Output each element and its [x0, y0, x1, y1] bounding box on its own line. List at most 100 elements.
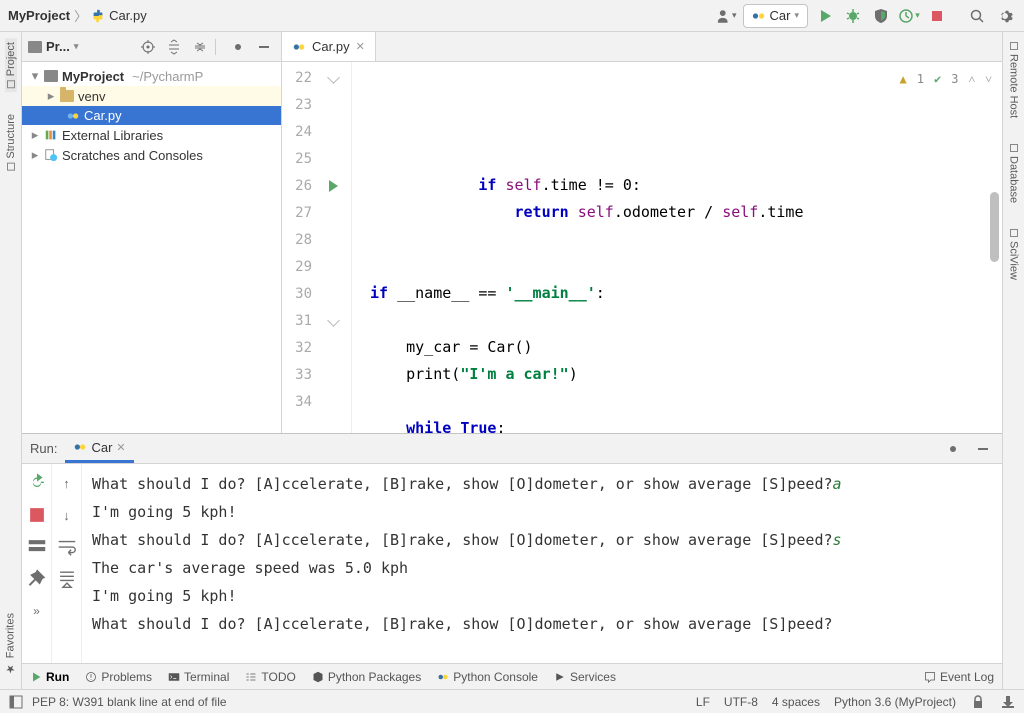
python-icon — [66, 109, 80, 123]
lock-icon[interactable] — [970, 694, 986, 710]
terminal-icon — [168, 671, 180, 683]
tool-python-console[interactable]: Python Console — [437, 670, 538, 684]
status-bar: PEP 8: W391 blank line at end of file LF… — [0, 689, 1024, 713]
tool-terminal[interactable]: Terminal — [168, 670, 229, 684]
user-icon[interactable]: ▾ — [715, 5, 737, 27]
debug-button[interactable] — [842, 5, 864, 27]
run-button[interactable] — [814, 5, 836, 27]
locate-icon[interactable] — [137, 36, 159, 58]
tree-file-car[interactable]: Car.py — [22, 106, 281, 125]
project-panel-header: Pr...▾ — [22, 32, 281, 62]
breadcrumb[interactable]: MyProject 〉 Car.py — [8, 6, 147, 25]
editor-gutter[interactable]: 22232425262728293031323334 — [282, 62, 352, 433]
editor-body[interactable]: 22232425262728293031323334 ▲1 ✔3 ˄ ˅ if … — [282, 62, 1002, 433]
close-tab-icon[interactable]: ✕ — [356, 40, 365, 53]
tool-event-log[interactable]: Event Log — [924, 670, 994, 684]
libraries-icon — [44, 128, 58, 142]
chevron-down-icon[interactable]: ˅ — [985, 66, 992, 93]
tree-ext-libs[interactable]: ▸ External Libraries — [22, 125, 281, 145]
status-indent[interactable]: 4 spaces — [772, 695, 820, 709]
tool-problems[interactable]: Problems — [85, 670, 152, 684]
services-icon — [554, 671, 566, 683]
editor-scrollbar[interactable] — [990, 192, 999, 262]
tool-structure[interactable]: Structure — [5, 110, 17, 175]
project-tree[interactable]: ▾ MyProject ~/PycharmP ▸ venv Car.py ▸ — [22, 62, 281, 169]
expand-all-icon[interactable] — [163, 36, 185, 58]
breadcrumb-sep: 〉 — [74, 6, 87, 25]
python-icon — [292, 40, 306, 54]
project-panel-title[interactable]: Pr...▾ — [28, 39, 78, 54]
run-tool-window: Run: Car ✕ » — [22, 433, 1002, 663]
tool-sciview[interactable]: SciView — [1008, 225, 1020, 284]
inspection-badge[interactable]: ▲1 ✔3 ˄ ˅ — [900, 66, 993, 93]
console-output[interactable]: What should I do? [A]ccelerate, [B]rake,… — [82, 464, 1002, 663]
run-toolbar-secondary: ↑ ↓ — [52, 464, 82, 663]
todo-icon — [245, 671, 257, 683]
tool-python-packages[interactable]: Python Packages — [312, 670, 421, 684]
profile-button[interactable]: ▾ — [898, 5, 920, 27]
tool-favorites[interactable]: ★ Favorites — [4, 609, 17, 679]
left-tool-strip: Project Structure ★ Favorites — [0, 32, 22, 689]
python-icon — [91, 9, 105, 23]
tree-root[interactable]: ▾ MyProject ~/PycharmP — [22, 66, 281, 86]
tool-project[interactable]: Project — [5, 38, 17, 92]
close-icon[interactable]: ✕ — [116, 441, 125, 454]
panel-settings-icon[interactable] — [227, 36, 249, 58]
tool-database[interactable]: Database — [1008, 140, 1020, 207]
up-button[interactable]: ↑ — [56, 472, 78, 494]
breadcrumb-root[interactable]: MyProject — [8, 8, 70, 23]
breadcrumb-file[interactable]: Car.py — [91, 8, 147, 23]
scratches-icon — [44, 148, 58, 162]
scroll-end-button[interactable] — [56, 568, 78, 590]
collapse-all-icon[interactable] — [189, 36, 211, 58]
project-icon — [28, 41, 42, 53]
status-encoding[interactable]: UTF-8 — [724, 695, 758, 709]
tool-todo[interactable]: TODO — [245, 670, 295, 684]
run-header-title: Run: — [30, 441, 57, 456]
stop-process-button[interactable] — [26, 504, 48, 526]
navigation-bar: MyProject 〉 Car.py ▾ Car ▾ ▾ — [0, 0, 1024, 32]
bottom-tool-bar: Run Problems Terminal TODO Python Packag… — [22, 663, 1002, 689]
tool-services[interactable]: Services — [554, 670, 616, 684]
packages-icon — [312, 671, 324, 683]
warning-icon: ▲ — [900, 66, 907, 93]
tree-scratches[interactable]: ▸ Scratches and Consoles — [22, 145, 281, 165]
soft-wrap-button[interactable] — [56, 536, 78, 558]
ok-icon: ✔ — [934, 66, 941, 93]
run-settings-icon[interactable] — [942, 438, 964, 460]
toolbar-right: ▾ Car ▾ ▾ — [715, 4, 1016, 28]
run-tab-car[interactable]: Car ✕ — [65, 434, 133, 463]
status-message: PEP 8: W391 blank line at end of file — [32, 695, 227, 709]
tool-run[interactable]: Run — [30, 670, 69, 684]
statusbar-toggle-icon[interactable] — [8, 694, 24, 710]
eventlog-icon — [924, 671, 936, 683]
pin-button[interactable] — [26, 568, 48, 590]
status-line-sep[interactable]: LF — [696, 695, 710, 709]
status-interpreter[interactable]: Python 3.6 (MyProject) — [834, 695, 956, 709]
coverage-button[interactable] — [870, 5, 892, 27]
tree-venv[interactable]: ▸ venv — [22, 86, 281, 106]
rerun-button[interactable] — [26, 472, 48, 494]
editor-tab-car[interactable]: Car.py ✕ — [282, 32, 376, 61]
problems-icon — [85, 671, 97, 683]
tool-remote-host[interactable]: Remote Host — [1008, 38, 1020, 122]
run-toolbar-primary: » — [22, 464, 52, 663]
search-everywhere-icon[interactable] — [966, 5, 988, 27]
editor-area: Car.py ✕ 22232425262728293031323334 ▲1 ✔… — [282, 32, 1002, 433]
run-header: Run: Car ✕ — [22, 434, 1002, 464]
deploy-icon[interactable] — [1000, 694, 1016, 710]
layout-button[interactable] — [26, 536, 48, 558]
panel-hide-icon[interactable] — [253, 36, 275, 58]
down-button[interactable]: ↓ — [56, 504, 78, 526]
editor-code[interactable]: ▲1 ✔3 ˄ ˅ if self.time != 0: return self… — [352, 62, 1002, 433]
chevron-up-icon[interactable]: ˄ — [968, 66, 975, 93]
editor-tabs: Car.py ✕ — [282, 32, 1002, 62]
run-hide-icon[interactable] — [972, 438, 994, 460]
settings-icon[interactable] — [994, 5, 1016, 27]
run-config-selector[interactable]: Car ▾ — [743, 4, 808, 28]
play-icon — [30, 671, 42, 683]
python-icon — [73, 440, 87, 454]
folder-icon — [44, 70, 58, 82]
stop-button[interactable] — [926, 5, 948, 27]
more-button[interactable]: » — [26, 600, 48, 622]
